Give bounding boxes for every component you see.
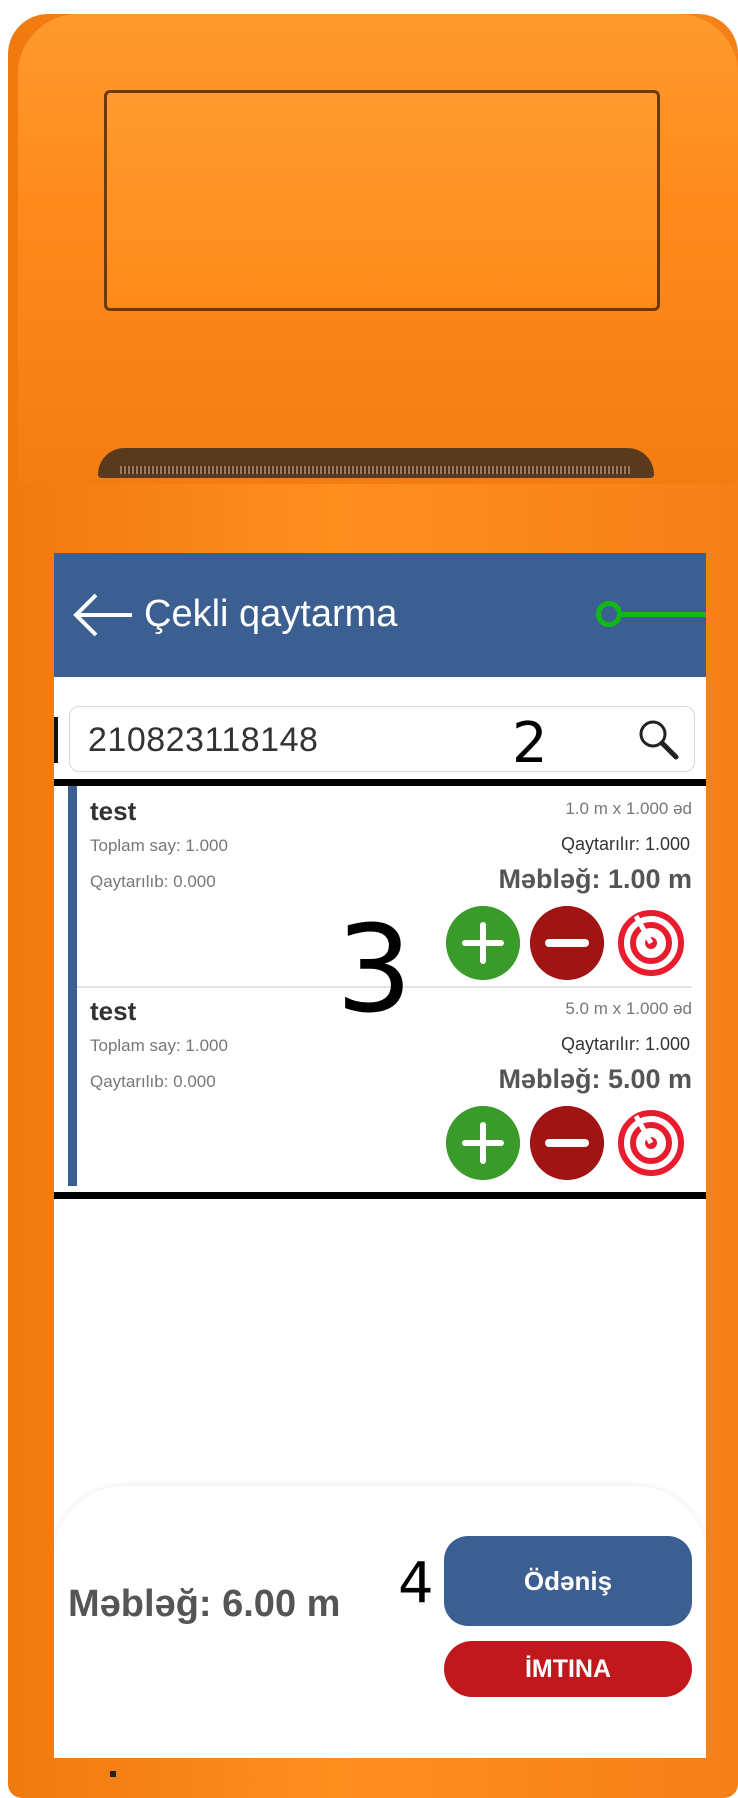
item-qty-price: 5.0 m x 1.000 əd (565, 999, 692, 1018)
search-input-value: 210823118148 (88, 721, 319, 759)
receipt-search-input[interactable]: 210823118148 (69, 706, 695, 772)
plus-icon[interactable] (446, 1106, 520, 1180)
item-qty-price: 1.0 m x 1.000 əd (565, 799, 692, 818)
device-indicator-dot (110, 1771, 116, 1777)
item-accent-stripe (68, 786, 77, 986)
item-accent-stripe (68, 986, 77, 1186)
checkout-panel: Məbləğ: 6.00 m 4 Ödəniş İMTINA (54, 1486, 706, 1758)
printer-window (104, 90, 660, 311)
cancel-button[interactable]: İMTINA (444, 1641, 692, 1697)
target-icon[interactable] (614, 906, 688, 980)
item-amount: Məbləğ: 5.00 m (498, 1064, 692, 1094)
item-total-count: Toplam say: 1.000 (90, 836, 228, 855)
annotation-bar (54, 717, 58, 763)
minus-icon[interactable] (530, 906, 604, 980)
back-arrow-icon[interactable] (70, 591, 136, 639)
annotation-number-3: 3 (336, 901, 413, 1040)
search-icon[interactable] (636, 717, 680, 761)
item-returned-count: Qaytarılıb: 0.000 (90, 872, 216, 891)
page-title: Çekli qaytarma (144, 593, 398, 635)
item-returned-count: Qaytarılıb: 0.000 (90, 1072, 216, 1091)
annotation-number-2: 2 (512, 711, 548, 776)
app-bar: Çekli qaytarma (54, 553, 706, 677)
callout-marker-dot (596, 601, 622, 627)
paper-cutter (120, 466, 630, 474)
item-amount: Məbləğ: 1.00 m (498, 864, 692, 894)
item-to-return: Qaytarılır: 1.000 (560, 1034, 690, 1054)
item-name: test (90, 796, 137, 826)
annotation-number-4: 4 (398, 1551, 434, 1616)
item-name: test (90, 996, 137, 1026)
total-amount: Məbləğ: 6.00 m (68, 1583, 341, 1625)
target-icon[interactable] (614, 1106, 688, 1180)
device-screen: Çekli qaytarma 210823118148 2 test Topla… (54, 553, 706, 1758)
plus-icon[interactable] (446, 906, 520, 980)
item-total-count: Toplam say: 1.000 (90, 1036, 228, 1055)
minus-icon[interactable] (530, 1106, 604, 1180)
item-to-return: Qaytarılır: 1.000 (560, 834, 690, 854)
payment-button[interactable]: Ödəniş (444, 1536, 692, 1626)
callout-marker-line (620, 612, 706, 617)
